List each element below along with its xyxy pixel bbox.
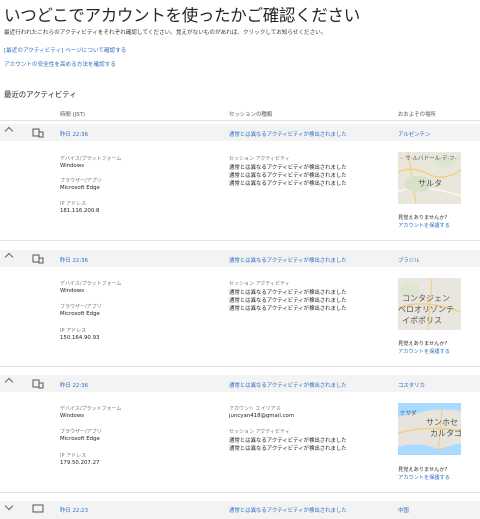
location-map: コンタジェン ベロオリゾンテ イポポリス (398, 278, 461, 330)
column-header-session: セッションの種類 (229, 112, 273, 118)
session-activity-line: 通常とは異なるアクティビティが検出されました (229, 446, 347, 452)
recent-activity-help-link[interactable]: [最近のアクティビティ] ページについて確認する (4, 46, 126, 54)
activity-location[interactable]: コスタリカ (398, 381, 425, 389)
map-region-label: ·· サ·ルバドール·デ·フ·· (400, 156, 459, 162)
map-region-label: ケサダ (400, 411, 417, 417)
location-map: ケサダ サンホセ カルタゴ (398, 403, 461, 455)
computer-icon (32, 379, 44, 389)
computer-icon (32, 128, 44, 138)
activity-session-link[interactable]: 通常とは異なるアクティビティが検出されました (229, 381, 347, 389)
device-label: デバイス/プラットフォーム (60, 281, 122, 287)
not-recognized-text: 見覚えありませんか? (398, 215, 448, 221)
account-alias-label: アカウント エイリアス (229, 406, 281, 412)
map-city-label: カルタゴ (430, 429, 461, 438)
row-divider (0, 492, 480, 493)
computer-icon (32, 254, 44, 264)
not-recognized-text: 見覚えありませんか? (398, 467, 448, 473)
row-divider (0, 366, 480, 367)
account-alias-value: juncyan418@gmail.com (229, 413, 295, 419)
row-divider (0, 240, 480, 241)
session-activity-line: 通常とは異なるアクティビティが検出されました (229, 306, 347, 312)
session-activity-line: 通常とは異なるアクティビティが検出されました (229, 298, 347, 304)
not-recognized-text: 見覚えありませんか? (398, 341, 448, 347)
ip-label: IP アドレス (60, 453, 87, 459)
session-activity-line: 通常とは異なるアクティビティが検出されました (229, 290, 347, 296)
session-activity-line: 通常とは異なるアクティビティが検出されました (229, 165, 347, 171)
column-header-location: おおよその場所 (398, 112, 436, 118)
session-activity-line: 通常とは異なるアクティビティが検出されました (229, 173, 347, 179)
session-activity-line: 通常とは異なるアクティビティが検出されました (229, 181, 347, 187)
session-activity-label: セッション アクティビティ (229, 281, 290, 287)
browser-label: ブラウザー/アプリ (60, 304, 102, 310)
location-map: ·· サ·ルバドール·デ·フ·· サルタ (398, 152, 461, 204)
device-label: デバイス/プラットフォーム (60, 156, 122, 162)
device-value: Windows (60, 413, 85, 419)
map-city-label: サンホセ (426, 418, 458, 427)
activity-location[interactable]: ブラジル (398, 256, 419, 264)
protect-account-link[interactable]: アカウントを保護する (398, 474, 450, 481)
protect-account-link[interactable]: アカウントを保護する (398, 348, 450, 355)
session-activity-label: セッション アクティビティ (229, 156, 290, 162)
map-city-label: ベロオリゾンテ (398, 305, 454, 314)
ip-value: 181.116.200.8 (60, 208, 100, 214)
activity-time[interactable]: 昨日 22:36 (60, 130, 88, 138)
activity-time[interactable]: 昨日 22:36 (60, 381, 88, 389)
security-tips-link[interactable]: アカウントの安全性を高める方法を確認する (4, 60, 116, 68)
activity-location[interactable]: アルゼンチン (398, 130, 430, 138)
ip-label: IP アドレス (60, 328, 87, 334)
device-value: Windows (60, 163, 85, 169)
protect-account-link[interactable]: アカウントを保護する (398, 222, 450, 229)
session-activity-line: 通常とは異なるアクティビティが検出されました (229, 438, 347, 444)
map-city-label: サルタ (418, 179, 442, 188)
map-city-label: コンタジェン (402, 294, 450, 303)
activity-time[interactable]: 昨日 22:36 (60, 256, 88, 264)
device-label: デバイス/プラットフォーム (60, 406, 122, 412)
header-divider (0, 120, 480, 121)
column-header-time: 時間 (JST) (60, 112, 86, 118)
device-value: Windows (60, 288, 85, 294)
page-intro: 最近行われたこれらのアクティビティをそれぞれ確認してください。覚えがないものがあ… (4, 30, 327, 36)
horizontal-scrollbar[interactable] (0, 513, 480, 519)
recent-activity-heading: 最近のアクティビティ (4, 90, 77, 99)
ip-label: IP アドレス (60, 201, 87, 207)
browser-label: ブラウザー/アプリ (60, 178, 102, 184)
map-city-label: イポポリス (402, 316, 442, 325)
browser-value: Microsoft Edge (60, 436, 100, 442)
page-title: いつどこでアカウントを使ったかご確認ください (4, 6, 360, 25)
activity-session-link[interactable]: 通常とは異なるアクティビティが検出されました (229, 256, 347, 264)
browser-value: Microsoft Edge (60, 311, 100, 317)
ip-value: 150.164.90.93 (60, 335, 100, 341)
session-activity-label: セッション アクティビティ (229, 429, 290, 435)
activity-session-link[interactable]: 通常とは異なるアクティビティが検出されました (229, 130, 347, 138)
browser-value: Microsoft Edge (60, 185, 100, 191)
ip-value: 179.50.207.27 (60, 460, 100, 466)
browser-label: ブラウザー/アプリ (60, 429, 102, 435)
